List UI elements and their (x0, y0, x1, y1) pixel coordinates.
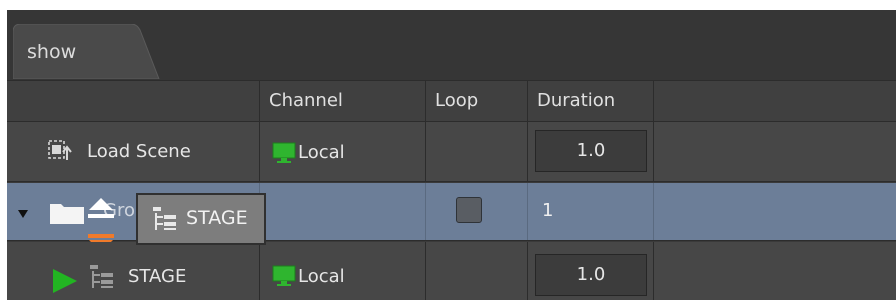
filler-cell (654, 242, 896, 300)
column-header-duration[interactable]: Duration (528, 81, 654, 121)
column-header-filler (654, 81, 896, 121)
loop-cell (426, 242, 528, 300)
name-cell: Load Scene (7, 122, 260, 181)
row-name: Load Scene (87, 141, 191, 162)
row-name: STAGE (128, 266, 187, 287)
monitor-icon (272, 265, 296, 291)
loop-cell (426, 122, 528, 181)
play-icon[interactable] (51, 268, 79, 298)
column-header-loop[interactable]: Loop (426, 81, 528, 121)
duration-field[interactable]: 1.0 (535, 130, 647, 172)
filler-cell (654, 183, 896, 240)
column-header-channel[interactable]: Channel (260, 81, 426, 121)
duration-value[interactable]: 1 (542, 200, 553, 221)
load-scene-icon (47, 138, 73, 168)
duration-cell: 1 (528, 183, 654, 240)
loop-cell (426, 183, 528, 240)
name-cell: STAGE (7, 242, 260, 300)
tab-show[interactable]: show (13, 24, 161, 79)
stage-icon (152, 206, 178, 236)
table-row-load-scene[interactable]: Load Scene Local 1.0 (7, 122, 896, 182)
column-header-row: Channel Loop Duration (7, 80, 896, 122)
column-header-name[interactable] (7, 81, 260, 121)
channel-cell[interactable] (260, 183, 426, 240)
tab-label: show (27, 41, 77, 63)
tab-strip: show (7, 10, 896, 80)
channel-cell[interactable]: Local (260, 242, 426, 300)
duration-field[interactable]: 1.0 (535, 254, 647, 296)
folder-icon (49, 201, 85, 229)
table-row-stage[interactable]: STAGE Local 1.0 (7, 242, 896, 300)
duration-cell: 1.0 (528, 242, 654, 300)
loop-checkbox[interactable] (456, 197, 482, 223)
channel-cell[interactable]: Local (260, 122, 426, 181)
drag-preview: STAGE (136, 193, 266, 245)
filler-cell (654, 122, 896, 181)
expand-triangle-icon[interactable] (17, 205, 29, 224)
monitor-icon (272, 142, 296, 168)
channel-label: Local (298, 266, 345, 287)
channel-label: Local (298, 142, 345, 163)
show-panel: show Channel Loop Duration Load Scene Lo… (7, 10, 896, 300)
duration-cell: 1.0 (528, 122, 654, 181)
stage-icon (89, 264, 115, 294)
drag-label: STAGE (186, 207, 248, 229)
